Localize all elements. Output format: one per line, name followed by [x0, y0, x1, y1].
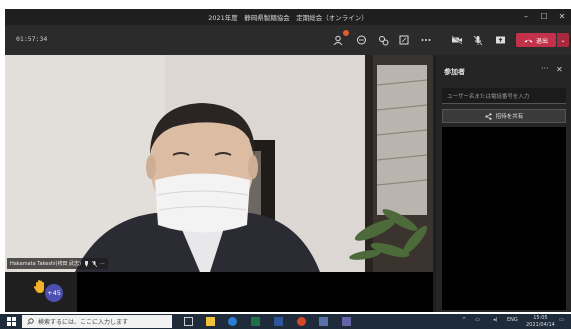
windows-taskbar: 検索するには、ここに入力します ^ ▭ ◂) ENG 15:05 2021/04…: [0, 314, 571, 329]
window-title: 2021年度 静岡県製麺協会 定期総会（オンライン）: [208, 14, 368, 22]
edge-icon[interactable]: [228, 317, 237, 326]
network-icon[interactable]: ▭: [475, 317, 480, 323]
taskbar-search-box[interactable]: 検索するには、ここに入力します: [22, 315, 172, 328]
chat-button[interactable]: [353, 32, 369, 48]
participants-icon: [333, 35, 343, 45]
pane-title: 参加者: [444, 68, 465, 76]
task-view-icon[interactable]: [184, 317, 193, 326]
reactions-button[interactable]: [375, 32, 391, 48]
participant-search-input[interactable]: ユーザー名または電話番号を入力: [442, 88, 566, 104]
phone-hangup-icon: [524, 39, 533, 42]
mic-muted-small-icon: [91, 260, 97, 267]
speaker-video: Hakamata Takeshi(袴田 武志) ···: [5, 55, 433, 272]
rooms-icon: [399, 35, 409, 45]
file-explorer-icon[interactable]: [206, 317, 215, 326]
search-icon: [27, 318, 34, 325]
teams-icon[interactable]: [342, 317, 351, 326]
clock-date: 2021/04/14: [526, 321, 555, 328]
rooms-button[interactable]: [396, 32, 412, 48]
leave-button[interactable]: 退出: [516, 33, 556, 47]
app-icon[interactable]: [319, 317, 328, 326]
share-content-button[interactable]: [492, 32, 508, 48]
leave-label: 退出: [535, 37, 548, 45]
maximize-button[interactable]: ☐: [535, 11, 553, 23]
volume-icon[interactable]: ◂): [493, 317, 497, 323]
tile-more-icon[interactable]: ···: [100, 261, 105, 267]
camera-toggle-button[interactable]: [449, 32, 465, 48]
taskbar-clock[interactable]: 15:05 2021/04/14: [526, 315, 555, 328]
speaker-video-image: [5, 55, 433, 272]
chat-icon: [356, 35, 366, 44]
tray-chevron-icon[interactable]: ^: [462, 317, 466, 323]
pane-close-icon[interactable]: ✕: [556, 65, 563, 74]
word-icon[interactable]: [274, 317, 283, 326]
speaker-name-tag: Hakamata Takeshi(袴田 武志) ···: [7, 258, 108, 269]
more-icon: [421, 39, 431, 41]
title-bar: 2021年度 静岡県製麺協会 定期総会（オンライン） – ☐ ✕: [5, 9, 571, 25]
excel-icon[interactable]: [251, 317, 260, 326]
share-link-icon: [485, 112, 492, 120]
reactions-icon: [378, 35, 388, 45]
pane-more-icon[interactable]: ···: [541, 64, 549, 73]
video-tile-off: [77, 272, 433, 312]
teams-window: 2021年度 静岡県製麺協会 定期総会（オンライン） – ☐ ✕ 01:57:3…: [5, 9, 571, 312]
meeting-timer: 01:57:34: [16, 35, 48, 43]
leave-options-button[interactable]: ⌄: [557, 33, 569, 47]
meeting-control-bar: 01:57:34 退出 ⌄: [5, 25, 571, 55]
taskbar-search-placeholder: 検索するには、ここに入力します: [38, 319, 129, 326]
share-invite-button[interactable]: 招待を共有: [442, 109, 566, 123]
powerpoint-icon[interactable]: [297, 317, 306, 326]
mic-off-icon: [473, 35, 483, 45]
participant-list: [442, 127, 566, 310]
more-actions-button[interactable]: [418, 32, 434, 48]
participant-strip: +45: [5, 272, 433, 312]
share-invite-label: 招待を共有: [495, 114, 524, 120]
participants-pane: 参加者 ··· ✕ ユーザー名または電話番号を入力 招待を共有: [436, 55, 571, 312]
participants-badge: [343, 30, 349, 36]
share-icon: [495, 36, 505, 44]
mic-toggle-button[interactable]: [470, 32, 486, 48]
speaker-name: Hakamata Takeshi(袴田 武志): [10, 261, 81, 267]
language-indicator[interactable]: ENG: [507, 317, 518, 323]
minimize-button[interactable]: –: [517, 11, 535, 23]
pin-icon[interactable]: [84, 260, 89, 267]
notification-icon[interactable]: ▭: [559, 317, 564, 323]
camera-off-icon: [451, 35, 463, 45]
raised-hands-count[interactable]: +45: [45, 284, 63, 302]
close-window-button[interactable]: ✕: [553, 11, 571, 23]
participants-button[interactable]: [331, 30, 349, 48]
windows-start-icon[interactable]: [7, 317, 16, 326]
chevron-down-icon: ⌄: [560, 36, 566, 44]
